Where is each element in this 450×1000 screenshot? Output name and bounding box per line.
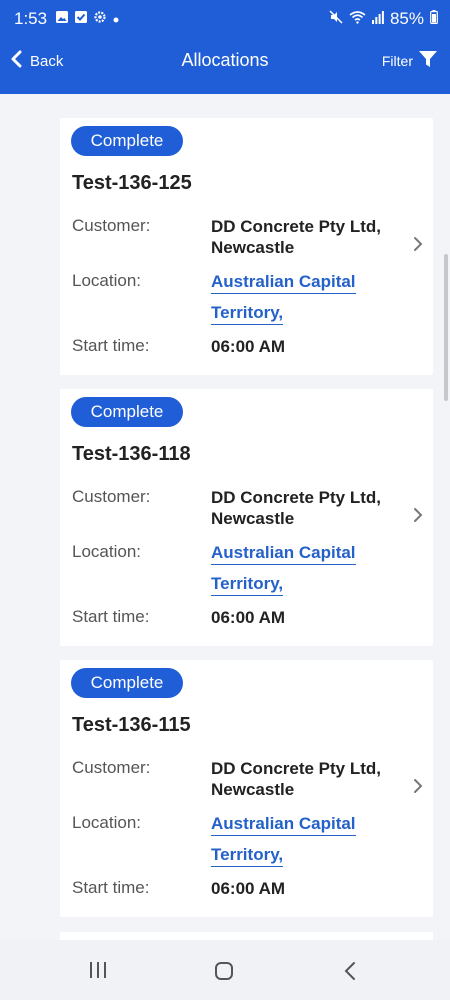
battery-icon — [430, 9, 438, 29]
chevron-right-icon — [413, 778, 423, 799]
chevron-left-icon — [10, 50, 22, 72]
filter-icon — [418, 49, 438, 72]
scrollbar[interactable] — [444, 254, 448, 401]
allocation-card[interactable]: Complete Test-136-115 Customer: DD Concr… — [60, 660, 433, 917]
status-time: 1:53 — [14, 8, 48, 28]
dot-icon — [112, 9, 120, 29]
allocation-card[interactable]: Complete Test-136-118 Customer: DD Concr… — [60, 389, 433, 646]
image-icon — [55, 9, 69, 29]
battery-level: 85% — [389, 8, 424, 28]
job-number: Test-136-118 — [72, 443, 191, 465]
back-button[interactable]: Back — [10, 50, 63, 72]
status-bar: 1:53 85% — [0, 0, 450, 37]
allocation-card[interactable]: Complete Test-136-125 Customer: DD Concr… — [60, 118, 433, 375]
filter-label: Filter — [381, 52, 413, 69]
settings-icon — [93, 9, 107, 29]
app-header: Back Allocations Filter — [0, 37, 450, 94]
start-time-label: Start time: — [72, 607, 150, 626]
location-link[interactable]: Australian Capital Territory, — [211, 808, 356, 870]
chevron-right-icon — [413, 236, 423, 257]
wifi-icon — [349, 9, 366, 29]
location-line-2: Territory, — [211, 302, 284, 325]
location-link[interactable]: Australian Capital Territory, — [211, 266, 356, 328]
location-label: Location: — [72, 542, 141, 561]
customer-line-2: Newcastle — [211, 238, 295, 257]
job-number: Test-136-125 — [72, 172, 192, 194]
start-time-label: Start time: — [72, 878, 150, 897]
customer-label: Customer: — [72, 758, 151, 777]
customer-line-2: Newcastle — [211, 509, 295, 528]
customer-line-1: DD Concrete Pty Ltd, — [211, 217, 382, 236]
location-line-2: Territory, — [211, 573, 284, 596]
customer-value: DD Concrete Pty Ltd, Newcastle — [211, 487, 381, 529]
location-line-1: Australian Capital — [211, 271, 356, 294]
start-time-value: 06:00 AM — [211, 879, 286, 898]
customer-value: DD Concrete Pty Ltd, Newcastle — [211, 758, 381, 800]
location-link[interactable]: Australian Capital Territory, — [211, 537, 356, 599]
status-badge: Complete — [71, 668, 183, 698]
customer-label: Customer: — [72, 487, 151, 506]
back-label: Back — [30, 52, 64, 70]
customer-label: Customer: — [72, 216, 151, 235]
mute-icon — [329, 9, 343, 29]
customer-value: DD Concrete Pty Ltd, Newcastle — [211, 216, 381, 258]
back-nav-icon[interactable] — [343, 961, 357, 986]
status-badge: Complete — [71, 126, 183, 156]
location-line-1: Australian Capital — [211, 542, 356, 565]
system-nav-bar — [0, 940, 450, 1000]
filter-button[interactable]: Filter — [382, 49, 438, 72]
location-line-1: Australian Capital — [211, 813, 356, 836]
customer-line-1: DD Concrete Pty Ltd, — [211, 759, 382, 778]
signal-icon — [371, 9, 384, 29]
home-icon[interactable] — [214, 961, 234, 986]
customer-line-2: Newcastle — [211, 780, 295, 799]
start-time-label: Start time: — [72, 336, 150, 355]
location-label: Location: — [72, 271, 141, 290]
start-time-value: 06:00 AM — [211, 608, 286, 627]
customer-line-1: DD Concrete Pty Ltd, — [211, 488, 382, 507]
check-box-icon — [74, 9, 88, 29]
recent-apps-icon[interactable] — [89, 961, 107, 984]
chevron-right-icon — [413, 507, 423, 528]
location-label: Location: — [72, 813, 141, 832]
allocation-list: Complete Test-136-125 Customer: DD Concr… — [60, 118, 433, 931]
start-time-value: 06:00 AM — [211, 337, 286, 356]
status-badge: Complete — [71, 397, 183, 427]
job-number: Test-136-115 — [72, 714, 191, 736]
location-line-2: Territory, — [211, 844, 284, 867]
